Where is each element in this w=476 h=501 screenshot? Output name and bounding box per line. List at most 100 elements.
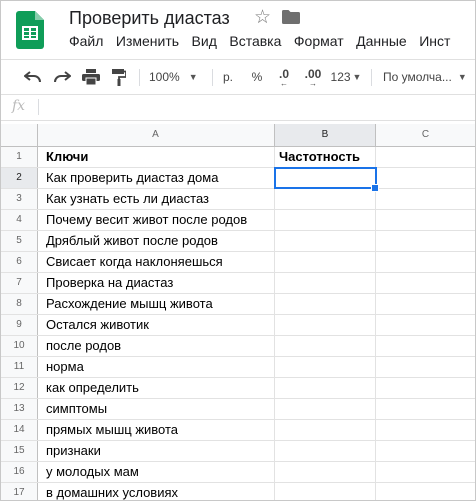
row-header[interactable]: 1 bbox=[1, 147, 38, 167]
increase-decimals-button[interactable]: .00 → bbox=[299, 60, 327, 94]
row-header[interactable]: 7 bbox=[1, 273, 38, 293]
cell-a14[interactable]: прямых мышц живота bbox=[37, 420, 275, 440]
cell-c7[interactable] bbox=[376, 273, 475, 293]
cell-b16[interactable] bbox=[275, 462, 376, 482]
menu-tools[interactable]: Инст bbox=[419, 33, 450, 49]
cell-b13[interactable] bbox=[275, 399, 376, 419]
cell-c5[interactable] bbox=[376, 231, 475, 251]
cell-b9[interactable] bbox=[275, 315, 376, 335]
cell-c13[interactable] bbox=[376, 399, 475, 419]
cell-c8[interactable] bbox=[376, 294, 475, 314]
menu-insert[interactable]: Вставка bbox=[229, 33, 281, 49]
row-header[interactable]: 5 bbox=[1, 231, 38, 251]
row-header[interactable]: 4 bbox=[1, 210, 38, 230]
cell-c9[interactable] bbox=[376, 315, 475, 335]
cell-b3[interactable] bbox=[275, 189, 376, 209]
cell-a10[interactable]: после родов bbox=[37, 336, 275, 356]
sheets-logo[interactable] bbox=[16, 11, 44, 49]
cell-b14[interactable] bbox=[275, 420, 376, 440]
cell-b4[interactable] bbox=[275, 210, 376, 230]
cell-a1[interactable]: Ключи bbox=[37, 147, 275, 167]
cell-b8[interactable] bbox=[275, 294, 376, 314]
cell-b17[interactable] bbox=[275, 483, 376, 500]
cell-a7[interactable]: Проверка на диастаз bbox=[37, 273, 275, 293]
cell-a6[interactable]: Свисает когда наклоняешься bbox=[37, 252, 275, 272]
cell-b1[interactable]: Частотность bbox=[275, 147, 376, 167]
currency-format-button[interactable]: р. bbox=[217, 60, 239, 94]
cell-a17[interactable]: в домашних условиях bbox=[37, 483, 275, 500]
row-header[interactable]: 3 bbox=[1, 189, 38, 209]
cell-a13[interactable]: симптомы bbox=[37, 399, 275, 419]
column-header-a[interactable]: A bbox=[37, 124, 275, 146]
cell-a8[interactable]: Расхождение мышц живота bbox=[37, 294, 275, 314]
cell-a12[interactable]: как определить bbox=[37, 378, 275, 398]
formula-input[interactable] bbox=[45, 94, 473, 120]
row-header[interactable]: 6 bbox=[1, 252, 38, 272]
column-header-c[interactable]: C bbox=[376, 124, 475, 146]
zoom-select[interactable]: 100% ▼ bbox=[149, 60, 203, 94]
column-header-b[interactable]: B bbox=[275, 124, 376, 146]
menu-file[interactable]: Файл bbox=[69, 33, 103, 49]
cell-c12[interactable] bbox=[376, 378, 475, 398]
decrease-decimals-button[interactable]: .0 ← bbox=[271, 60, 297, 94]
cell-a5[interactable]: Дряблый живот после родов bbox=[37, 231, 275, 251]
row-header[interactable]: 9 bbox=[1, 315, 38, 335]
row-header[interactable]: 11 bbox=[1, 357, 38, 377]
cell-a3[interactable]: Как узнать есть ли диастаз bbox=[37, 189, 275, 209]
font-family-select[interactable]: По умолча... ▼ bbox=[383, 60, 475, 94]
row-header[interactable]: 17 bbox=[1, 483, 38, 500]
cell-b15[interactable] bbox=[275, 441, 376, 461]
row-header[interactable]: 14 bbox=[1, 420, 38, 440]
menu-data[interactable]: Данные bbox=[356, 33, 407, 49]
row-header[interactable]: 8 bbox=[1, 294, 38, 314]
row-header[interactable]: 10 bbox=[1, 336, 38, 356]
cell-b10[interactable] bbox=[275, 336, 376, 356]
row-header[interactable]: 13 bbox=[1, 399, 38, 419]
select-all-corner[interactable] bbox=[1, 124, 38, 146]
paint-format-button[interactable] bbox=[107, 60, 131, 94]
cell-b6[interactable] bbox=[275, 252, 376, 272]
number-format-label: 123 bbox=[330, 70, 351, 84]
cell-b11[interactable] bbox=[275, 357, 376, 377]
cell-c3[interactable] bbox=[376, 189, 475, 209]
cell-a2[interactable]: Как проверить диастаз дома bbox=[37, 168, 275, 188]
cell-c11[interactable] bbox=[376, 357, 475, 377]
cell-a4[interactable]: Почему весит живот после родов bbox=[37, 210, 275, 230]
row-header[interactable]: 16 bbox=[1, 462, 38, 482]
undo-button[interactable] bbox=[21, 60, 45, 94]
table-row: 7 Проверка на диастаз bbox=[1, 273, 475, 294]
cell-c15[interactable] bbox=[376, 441, 475, 461]
menu-format[interactable]: Формат bbox=[294, 33, 344, 49]
fx-icon: fx bbox=[12, 98, 26, 114]
number-format-select[interactable]: 123 ▼ bbox=[329, 60, 363, 94]
cell-a15[interactable]: признаки bbox=[37, 441, 275, 461]
cell-c16[interactable] bbox=[376, 462, 475, 482]
cell-c17[interactable] bbox=[376, 483, 475, 500]
cell-b5[interactable] bbox=[275, 231, 376, 251]
redo-button[interactable] bbox=[50, 60, 74, 94]
cell-c6[interactable] bbox=[376, 252, 475, 272]
cell-b12[interactable] bbox=[275, 378, 376, 398]
menu-view[interactable]: Вид bbox=[192, 33, 217, 49]
cell-c2[interactable] bbox=[376, 168, 475, 188]
cell-c4[interactable] bbox=[376, 210, 475, 230]
cell-c10[interactable] bbox=[376, 336, 475, 356]
percent-format-button[interactable]: % bbox=[246, 60, 268, 94]
folder-icon[interactable] bbox=[282, 10, 300, 24]
cell-b7[interactable] bbox=[275, 273, 376, 293]
cell-a9[interactable]: Остался животик bbox=[37, 315, 275, 335]
cell-c14[interactable] bbox=[376, 420, 475, 440]
redo-icon bbox=[54, 71, 71, 83]
menu-edit[interactable]: Изменить bbox=[116, 33, 179, 49]
star-icon[interactable]: ☆ bbox=[254, 6, 271, 29]
row-header[interactable]: 12 bbox=[1, 378, 38, 398]
row-header[interactable]: 15 bbox=[1, 441, 38, 461]
cell-b2[interactable] bbox=[275, 168, 376, 188]
cell-a16[interactable]: у молодых мам bbox=[37, 462, 275, 482]
cell-c1[interactable] bbox=[376, 147, 475, 167]
row-header[interactable]: 2 bbox=[1, 168, 38, 188]
fill-handle[interactable] bbox=[371, 184, 379, 192]
cell-a11[interactable]: норма bbox=[37, 357, 275, 377]
document-title[interactable]: Проверить диастаз bbox=[69, 8, 230, 29]
print-button[interactable] bbox=[79, 60, 103, 94]
